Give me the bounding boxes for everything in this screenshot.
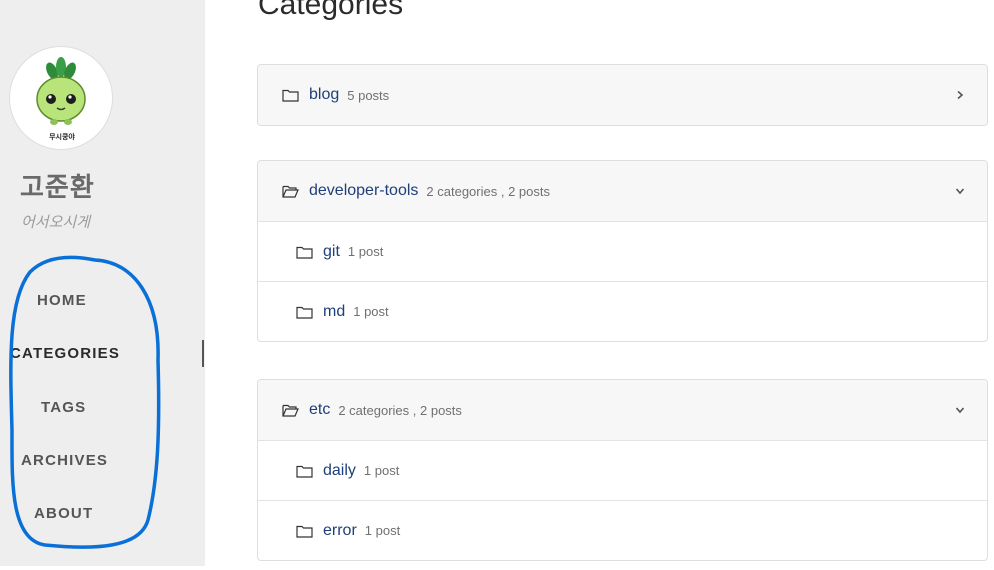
nav-item-tags[interactable]: TAGS: [41, 399, 86, 416]
avatar[interactable]: 무시쿵야: [9, 46, 113, 150]
folder-icon: [296, 465, 313, 478]
folder-icon: [296, 246, 313, 259]
category-count: 5 posts: [347, 87, 390, 103]
subcategory-count: 1 post: [347, 244, 384, 259]
nav-item-archives[interactable]: ARCHIVES: [21, 452, 108, 469]
avatar-caption: 무시쿵야: [49, 133, 75, 141]
subcategory-count: 1 post: [363, 463, 400, 478]
page-title: Categories: [258, 0, 404, 21]
sidebar: 무시쿵야 고준환 어서오시게 HOME CATEGORIES TAGS ARCH…: [0, 0, 205, 566]
subcategory-link[interactable]: git: [323, 243, 340, 261]
category-count: 2 categories , 2 posts: [426, 183, 550, 199]
subcategory-link[interactable]: daily: [323, 462, 356, 480]
subcategory-row[interactable]: daily 1 post: [258, 440, 987, 500]
chevron-right-icon[interactable]: [955, 90, 965, 100]
chevron-down-icon[interactable]: [955, 186, 965, 196]
folder-icon: [296, 525, 313, 538]
subcategory-link[interactable]: md: [323, 303, 345, 321]
folder-open-icon: [282, 185, 299, 198]
category-card-blog: blog 5 posts: [257, 64, 988, 126]
category-link[interactable]: blog: [309, 86, 339, 104]
category-card-developer-tools: developer-tools 2 categories , 2 posts g…: [257, 160, 988, 342]
nav-item-home[interactable]: HOME: [37, 292, 87, 309]
category-header[interactable]: developer-tools 2 categories , 2 posts: [258, 161, 987, 221]
category-header[interactable]: blog 5 posts: [258, 65, 987, 125]
subcategory-row[interactable]: md 1 post: [258, 281, 987, 341]
nav-item-categories[interactable]: CATEGORIES: [10, 345, 120, 362]
subcategory-count: 1 post: [364, 523, 401, 538]
site-subtitle: 어서오시게: [21, 213, 91, 231]
subcategory-count: 1 post: [353, 304, 389, 319]
active-nav-indicator: [202, 340, 204, 367]
folder-open-icon: [282, 404, 299, 417]
category-header[interactable]: etc 2 categories , 2 posts: [258, 380, 987, 440]
subcategory-row[interactable]: error 1 post: [258, 500, 987, 560]
category-card-etc: etc 2 categories , 2 posts daily 1 post …: [257, 379, 988, 561]
subcategory-row[interactable]: git 1 post: [258, 221, 987, 281]
chevron-down-icon[interactable]: [955, 405, 965, 415]
folder-icon: [282, 89, 299, 102]
subcategory-link[interactable]: error: [323, 522, 357, 540]
category-link[interactable]: developer-tools: [309, 182, 418, 200]
site-title[interactable]: 고준환: [20, 167, 95, 204]
category-link[interactable]: etc: [309, 401, 330, 419]
nav-item-about[interactable]: ABOUT: [34, 505, 93, 522]
folder-icon: [296, 306, 313, 319]
category-count: 2 categories , 2 posts: [338, 402, 462, 418]
